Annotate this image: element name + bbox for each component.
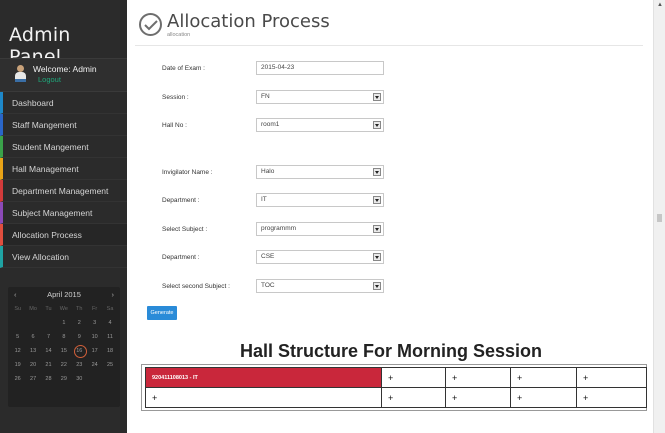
sidebar-item-allocation[interactable]: Allocation Process <box>0 224 127 246</box>
scroll-up-arrow-icon[interactable]: ▲ <box>657 2 663 8</box>
dropdown-arrow-icon[interactable] <box>373 196 381 204</box>
calendar-weekday: Sa <box>106 306 114 312</box>
seat-empty-cell[interactable]: + <box>445 387 511 408</box>
seat-empty-cell[interactable]: + <box>381 387 446 408</box>
logout-link[interactable]: Logout <box>38 75 61 84</box>
hall-select[interactable]: room1 <box>256 118 384 132</box>
sidebar-item-view-allocation[interactable]: View Allocation <box>0 246 127 268</box>
user-panel: Welcome: Admin Logout <box>0 58 127 92</box>
sidebar-item-subject[interactable]: Subject Management <box>0 202 127 224</box>
dropdown-arrow-icon[interactable] <box>373 168 381 176</box>
calendar-week-row: 26 27 28 29 30 <box>10 372 118 386</box>
calendar-header: ‹ April 2015 › <box>8 287 120 301</box>
hall-label: Hall No : <box>162 122 187 129</box>
calendar-weekday: Mo <box>29 306 37 312</box>
session-select[interactable]: FN <box>256 90 384 104</box>
department-label: Department : <box>162 197 200 204</box>
page-subtitle: allocation <box>167 32 191 38</box>
seat-empty-cell[interactable]: + <box>510 387 577 408</box>
sidebar-item-dashboard[interactable]: Dashboard <box>0 92 127 114</box>
calendar-weekday: Th <box>76 306 83 312</box>
dropdown-arrow-icon[interactable] <box>373 121 381 129</box>
dropdown-arrow-icon[interactable] <box>373 225 381 233</box>
dropdown-arrow-icon[interactable] <box>373 253 381 261</box>
calendar-day-cell <box>87 372 102 386</box>
session-select-value: FN <box>261 93 270 100</box>
sidebar-item-student[interactable]: Student Mangement <box>0 136 127 158</box>
calendar-day-cell[interactable]: 30 <box>72 372 87 386</box>
subject-select-value: programmm <box>261 225 297 232</box>
calendar-day-cell <box>41 316 56 330</box>
invigilator-select[interactable]: Halo <box>256 165 384 179</box>
calendar-weekday: Tu <box>45 306 52 312</box>
seat-empty-cell[interactable]: + <box>576 367 647 388</box>
subject2-select[interactable]: TOC <box>256 279 384 293</box>
hall-row: + + + + + <box>145 387 647 408</box>
calendar-weekday: Fr <box>92 306 98 312</box>
invigilator-select-value: Halo <box>261 168 275 175</box>
department-select-value: IT <box>261 196 267 203</box>
hall-seat-table: 920411108013 - IT + + + + + + + + + <box>145 367 647 408</box>
header-divider <box>135 45 643 46</box>
department2-select[interactable]: CSE <box>256 250 384 264</box>
welcome-text: Welcome: Admin <box>33 64 97 74</box>
subject-select[interactable]: programmm <box>256 222 384 236</box>
generate-button[interactable]: Generate <box>147 306 177 320</box>
page-scrollbar[interactable]: ▲ <box>653 0 665 433</box>
calendar-day-cell[interactable]: 28 <box>41 372 56 386</box>
subject2-label: Select second Subject : <box>162 283 230 290</box>
sidebar: Admin Panel Welcome: Admin Logout Dashbo… <box>0 0 127 433</box>
seat-empty-cell[interactable]: + <box>381 367 446 388</box>
session-label: Session : <box>162 94 189 101</box>
calendar-weekday: We <box>59 306 68 312</box>
sidebar-item-hall[interactable]: Hall Management <box>0 158 127 180</box>
calendar-day-cell[interactable]: 3 <box>87 316 102 330</box>
calendar-day-cell <box>25 316 40 330</box>
calendar-day-cell[interactable]: 29 <box>56 372 71 386</box>
check-circle-icon <box>139 13 162 36</box>
calendar-week-row: 1234 <box>10 316 118 330</box>
sidebar-nav: Dashboard Staff Mangement Student Mangem… <box>0 92 127 268</box>
sidebar-item-staff[interactable]: Staff Mangement <box>0 114 127 136</box>
sidebar-item-department[interactable]: Department Management <box>0 180 127 202</box>
calendar-weekday-row: Su Mo Tu We Th Fr Sa <box>10 302 118 316</box>
calendar-day-cell <box>102 372 117 386</box>
dropdown-arrow-icon[interactable] <box>373 282 381 290</box>
hall-structure-title: Hall Structure For Morning Session <box>239 341 543 361</box>
scroll-thumb[interactable] <box>657 214 662 222</box>
hall-row: 920411108013 - IT + + + + <box>145 367 647 388</box>
calendar-next-button[interactable]: › <box>112 290 115 299</box>
department2-select-value: CSE <box>261 253 275 260</box>
dropdown-arrow-icon[interactable] <box>373 93 381 101</box>
department2-label: Department : <box>162 254 200 261</box>
calendar-day-cell <box>10 316 25 330</box>
seat-empty-cell[interactable]: + <box>510 367 577 388</box>
seat-occupied-cell[interactable]: 920411108013 - IT <box>145 367 382 388</box>
seat-empty-cell[interactable]: + <box>445 367 511 388</box>
calendar-weekday: Su <box>14 306 22 312</box>
calendar-day-cell[interactable]: 27 <box>25 372 40 386</box>
calendar-day-cell[interactable]: 1 <box>56 316 71 330</box>
calendar-day-cell[interactable]: 2 <box>72 316 87 330</box>
subject2-select-value: TOC <box>261 282 275 289</box>
date-input[interactable]: 2015-04-23 <box>256 61 384 75</box>
page-title: Allocation Process <box>167 11 330 32</box>
subject-label: Select Subject : <box>162 226 208 233</box>
invigilator-label: Invigilator Name : <box>162 169 213 176</box>
calendar-month-title: April 2015 <box>47 290 81 299</box>
calendar-day-cell[interactable]: 26 <box>10 372 25 386</box>
hall-select-value: room1 <box>261 121 280 128</box>
seat-empty-cell[interactable]: + <box>145 387 382 408</box>
department-select[interactable]: IT <box>256 193 384 207</box>
seat-empty-cell[interactable]: + <box>576 387 647 408</box>
calendar-day-cell[interactable]: 4 <box>102 316 117 330</box>
user-avatar-icon <box>15 65 26 83</box>
date-label: Date of Exam : <box>162 65 205 72</box>
